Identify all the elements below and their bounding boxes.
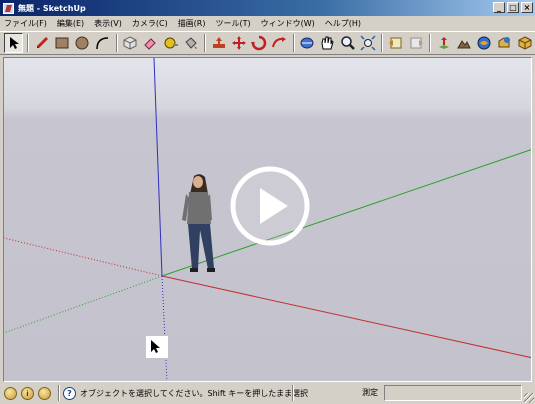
get-models-icon xyxy=(477,36,491,50)
close-button[interactable]: × xyxy=(521,2,533,13)
status-divider xyxy=(292,385,294,401)
measurements-input[interactable] xyxy=(384,385,522,401)
get-models-tool-button[interactable] xyxy=(475,33,494,53)
push-pull-tool-button[interactable] xyxy=(209,33,228,53)
eraser-icon xyxy=(144,38,157,50)
pencil-tool-button[interactable] xyxy=(32,33,51,53)
user-icon[interactable] xyxy=(38,387,51,400)
toolbar-separator xyxy=(381,34,384,52)
previous-view-icon xyxy=(388,37,402,49)
status-bar: i ? オブジェクトを選択してください。Shift キーを押したまま選択 測定 xyxy=(0,383,535,404)
select-icon xyxy=(9,37,19,49)
toolbar xyxy=(0,31,535,55)
follow-me-icon xyxy=(272,37,287,48)
pencil-icon xyxy=(36,37,48,48)
follow-me-tool-button[interactable] xyxy=(270,33,289,53)
help-icon[interactable]: ? xyxy=(63,387,76,400)
arrow-cursor-icon xyxy=(151,340,160,353)
pan-tool-button[interactable] xyxy=(318,33,337,53)
next-view-tool-button[interactable] xyxy=(406,33,425,53)
move-tool-button[interactable] xyxy=(229,33,248,53)
blue-axis-hidden xyxy=(161,275,168,381)
menu-view[interactable]: 表示(V) xyxy=(94,18,122,29)
menu-window[interactable]: ウィンドウ(W) xyxy=(261,18,315,29)
tape-measure-tool-button[interactable] xyxy=(161,33,180,53)
next-view-icon xyxy=(410,37,423,49)
resize-grip-icon[interactable] xyxy=(524,393,534,403)
rotate-tool-button[interactable] xyxy=(249,33,268,53)
rectangle-tool-button[interactable] xyxy=(52,33,71,53)
share-model-tool-button[interactable] xyxy=(495,33,514,53)
geo-location-icon[interactable] xyxy=(4,387,17,400)
add-location-icon xyxy=(439,37,450,49)
push-pull-icon xyxy=(212,37,225,48)
zoom-extents-tool-button[interactable] xyxy=(358,33,377,53)
previous-view-tool-button[interactable] xyxy=(386,33,405,53)
share-model-icon xyxy=(498,37,511,48)
toolbar-separator xyxy=(204,34,207,52)
minimize-button[interactable]: _ xyxy=(493,2,505,13)
menu-edit[interactable]: 編集(E) xyxy=(57,18,84,29)
arc-icon xyxy=(96,37,109,50)
toggle-terrain-icon xyxy=(457,40,471,49)
paint-bucket-icon xyxy=(184,37,197,49)
share-component-tool-button[interactable] xyxy=(515,33,534,53)
zoom-icon xyxy=(340,36,355,50)
model-viewport[interactable] xyxy=(3,57,532,382)
window-controls: _ □ × xyxy=(493,2,533,13)
play-video-icon[interactable] xyxy=(230,166,310,246)
menu-camera[interactable]: カメラ(C) xyxy=(132,18,168,29)
circle-tool-button[interactable] xyxy=(72,33,91,53)
menu-tools[interactable]: ツール(T) xyxy=(216,18,251,29)
person-figure xyxy=(182,174,215,272)
menu-help[interactable]: ヘルプ(H) xyxy=(325,18,361,29)
add-location-tool-button[interactable] xyxy=(434,33,453,53)
menu-bar: ファイル(F) 編集(E) 表示(V) カメラ(C) 描画(R) ツール(T) … xyxy=(0,16,535,30)
window-title: 無題 - SketchUp xyxy=(18,3,86,13)
orbit-icon xyxy=(300,37,314,49)
status-message: オブジェクトを選択してください。Shift キーを押したまま選択 xyxy=(80,389,309,398)
menu-draw[interactable]: 描画(R) xyxy=(178,18,206,29)
tape-measure-icon xyxy=(164,37,178,49)
make-component-icon xyxy=(123,36,137,50)
menu-file[interactable]: ファイル(F) xyxy=(4,18,47,29)
green-axis-hidden xyxy=(4,275,163,334)
share-component-icon xyxy=(518,36,532,50)
rotate-icon xyxy=(251,35,267,51)
circle-icon xyxy=(75,36,89,50)
toggle-terrain-tool-button[interactable] xyxy=(455,33,474,53)
sketchup-logo-icon xyxy=(3,2,14,14)
paint-bucket-tool-button[interactable] xyxy=(181,33,200,53)
zoom-tool-button[interactable] xyxy=(338,33,357,53)
eraser-tool-button[interactable] xyxy=(141,33,160,53)
zoom-extents-icon xyxy=(360,35,376,51)
blue-axis xyxy=(153,58,163,277)
orbit-tool-button[interactable] xyxy=(298,33,317,53)
select-tool-button[interactable] xyxy=(4,33,24,53)
make-component-tool-button[interactable] xyxy=(121,33,140,53)
measurements-label: 測定 xyxy=(362,388,378,397)
toolbar-separator xyxy=(429,34,432,52)
red-axis-hidden xyxy=(4,237,163,277)
green-axis xyxy=(161,149,531,277)
red-axis xyxy=(161,275,531,359)
credits-icon[interactable]: i xyxy=(21,387,34,400)
move-icon xyxy=(231,36,246,50)
toolbar-separator xyxy=(27,34,30,52)
toolbar-separator xyxy=(115,34,118,52)
status-divider xyxy=(58,385,60,401)
arc-tool-button[interactable] xyxy=(93,33,112,53)
rectangle-icon xyxy=(55,37,69,49)
pan-icon xyxy=(321,36,334,50)
title-bar: 無題 - SketchUp _ □ × xyxy=(0,0,535,16)
mouse-cursor xyxy=(146,336,168,358)
maximize-button[interactable]: □ xyxy=(507,2,519,13)
toolbar-separator xyxy=(292,34,295,52)
